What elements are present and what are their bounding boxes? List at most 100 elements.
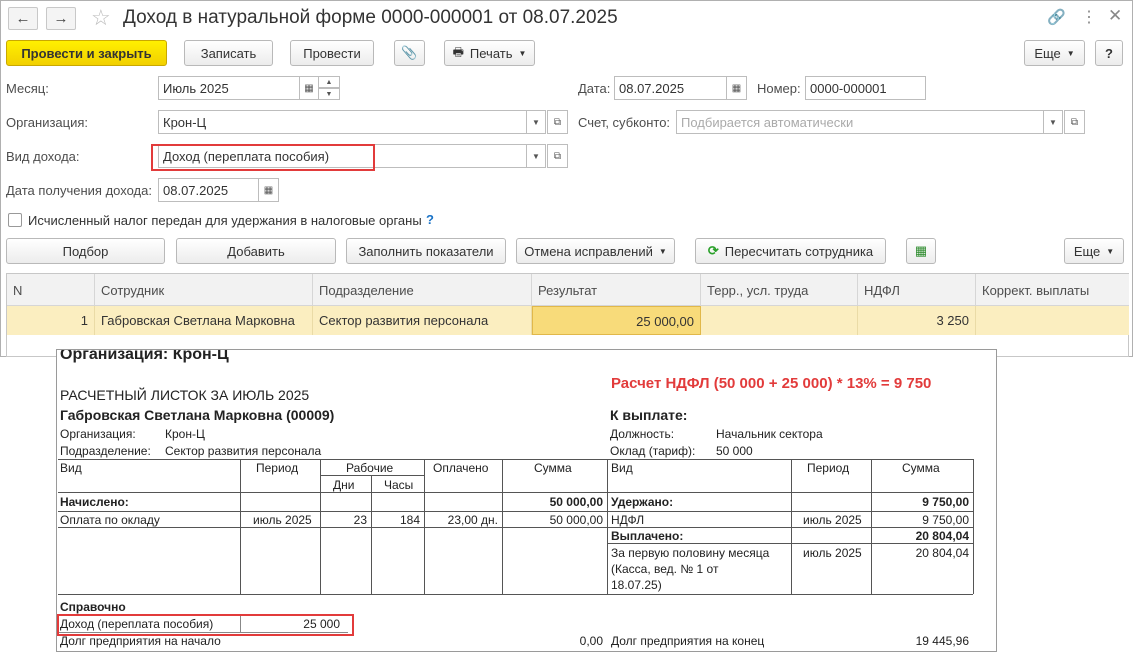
highlight-box [151,144,375,171]
right-header-sum: Сумма [902,461,940,475]
calendar-button[interactable]: ▦ [299,76,319,100]
employee-name: Габровская Светлана Марковна (00009) [60,407,335,423]
salary-label: Оклад (тариф): [610,444,696,458]
table-cell-department[interactable]: Сектор развития персонала [313,306,532,335]
dropdown-arrow-icon: ▼ [518,48,527,58]
document-window: ← → ☆ Доход в натуральной форме 0000-000… [0,0,1133,357]
forward-button[interactable]: → [46,7,76,30]
more-button[interactable]: Еще ▼ [1024,40,1085,66]
paid-label: Выплачено: [611,529,684,543]
paid-kind-line-1: За первую половину месяца [611,546,770,560]
pick-button[interactable]: Подбор [6,238,165,264]
refresh-icon: ⟳ [707,243,719,258]
payslip-dept-label: Подразделение: [60,444,151,458]
date-calendar-button[interactable]: ▦ [726,76,747,100]
receipt-date-calendar-button[interactable]: ▦ [258,178,279,202]
withheld-label: Удержано: [611,495,674,509]
date-field[interactable]: 08.07.2025 [614,76,727,100]
table-cell-ndfl[interactable]: 3 250 [858,306,976,335]
withheld-period: июль 2025 [803,513,862,527]
account-dropdown[interactable]: ▼ [1043,110,1063,134]
col-line [871,459,872,594]
account-field[interactable]: Подбирается автоматически [676,110,1044,134]
income-type-dropdown[interactable]: ▼ [526,144,546,168]
table-top-line [58,459,973,460]
add-button[interactable]: Добавить [176,238,336,264]
attach-button[interactable]: 📎 [394,40,425,66]
income-type-label: Вид дохода: [6,149,80,164]
favorite-star-icon[interactable]: ☆ [91,5,111,31]
paid-period: июль 2025 [803,546,862,560]
dropdown-arrow-icon: ▼ [1106,246,1115,256]
cancel-corrections-button[interactable]: Отмена исправлений ▼ [516,238,675,264]
post-and-close-button[interactable]: Провести и закрыть [6,40,167,66]
month-field[interactable]: Июль 2025 [158,76,300,100]
calendar-icon: ▦ [304,82,314,94]
column-header-correction[interactable]: Коррект. выплаты [976,274,1129,306]
column-header-employee[interactable]: Сотрудник [95,274,313,306]
column-header-result[interactable]: Результат [532,274,701,306]
column-header-n[interactable]: N [7,274,95,306]
accrual-paid: 23,00 дн. [447,513,498,527]
post-button[interactable]: Провести [290,40,374,66]
col-line [320,459,321,594]
account-open-button[interactable]: ⧉ [1064,110,1085,134]
recalculate-employee-button[interactable]: ⟳ Пересчитать сотрудника [695,238,886,264]
more-actions-icon[interactable]: ⋮ [1081,7,1097,27]
col-line [424,459,425,594]
arrow-left-icon: ← [15,10,31,27]
save-button[interactable]: Записать [184,40,273,66]
table-cell-employee[interactable]: Габровская Светлана Марковна [95,306,313,335]
table-cell-correction[interactable] [976,306,1129,335]
recalculate-label: Пересчитать сотрудника [724,243,874,259]
accrued-line [58,511,973,512]
tax-checkbox[interactable] [8,213,22,227]
organization-field[interactable]: Крон-Ц [158,110,527,134]
month-up-button[interactable]: ▲ [318,76,340,88]
more-label: Еще [1034,45,1061,61]
month-down-button[interactable]: ▼ [318,88,340,100]
table-cell-result[interactable]: 25 000,00 [532,306,701,335]
position-value: Начальник сектора [716,427,823,441]
link-icon[interactable]: 🔗 [1047,8,1066,26]
close-icon[interactable]: ✕ [1108,6,1122,26]
accrual-sum: 50 000,00 [549,513,603,527]
income-type-open-button[interactable]: ⧉ [547,144,568,168]
add-column-button[interactable]: ▦ [906,238,936,264]
fill-indicators-button[interactable]: Заполнить показатели [346,238,506,264]
payslip: Организация: Крон-Ц РАСЧЕТНЫЙ ЛИСТОК ЗА … [56,349,997,652]
calendar-icon: ▦ [731,82,742,94]
table-more-label: Еще [1073,243,1101,259]
left-header-period: Период [256,461,299,475]
column-header-territory[interactable]: Терр., усл. труда [701,274,858,306]
left-header-hours: Часы [384,478,414,492]
tax-help-icon[interactable]: ? [426,212,434,227]
back-button[interactable]: ← [8,7,38,30]
table-more-button[interactable]: Еще ▼ [1064,238,1124,264]
dropdown-arrow-icon: ▼ [532,117,540,127]
employees-table: N Сотрудник Подразделение Результат Терр… [6,273,1129,357]
withheld-sum: 9 750,00 [922,513,969,527]
help-button[interactable]: ? [1095,40,1123,66]
organization-label: Организация: [6,115,89,130]
col-line [240,459,241,594]
table-add-icon: ▦ [914,243,928,258]
cancel-corrections-label: Отмена исправлений [524,243,653,259]
print-button[interactable]: 🖶 Печать ▼ [444,40,535,66]
left-header-kind: Вид [60,461,82,475]
print-label: Печать [469,45,513,61]
column-header-ndfl[interactable]: НДФЛ [858,274,976,306]
table-cell-n[interactable]: 1 [7,306,95,335]
accrual-kind: Оплата по окладу [60,513,160,527]
column-header-department[interactable]: Подразделение [313,274,532,306]
payslip-heading: РАСЧЕТНЫЙ ЛИСТОК ЗА ИЮЛЬ 2025 [60,387,310,403]
organization-dropdown[interactable]: ▼ [526,110,546,134]
open-icon: ⧉ [1070,116,1079,128]
dropdown-arrow-icon: ▼ [1049,117,1057,127]
receipt-date-label: Дата получения дохода: [6,183,152,198]
table-cell-territory[interactable] [701,306,858,335]
receipt-date-field[interactable]: 08.07.2025 [158,178,259,202]
number-field[interactable]: 0000-000001 [805,76,926,100]
organization-open-button[interactable]: ⧉ [547,110,568,134]
col-line [371,475,372,594]
